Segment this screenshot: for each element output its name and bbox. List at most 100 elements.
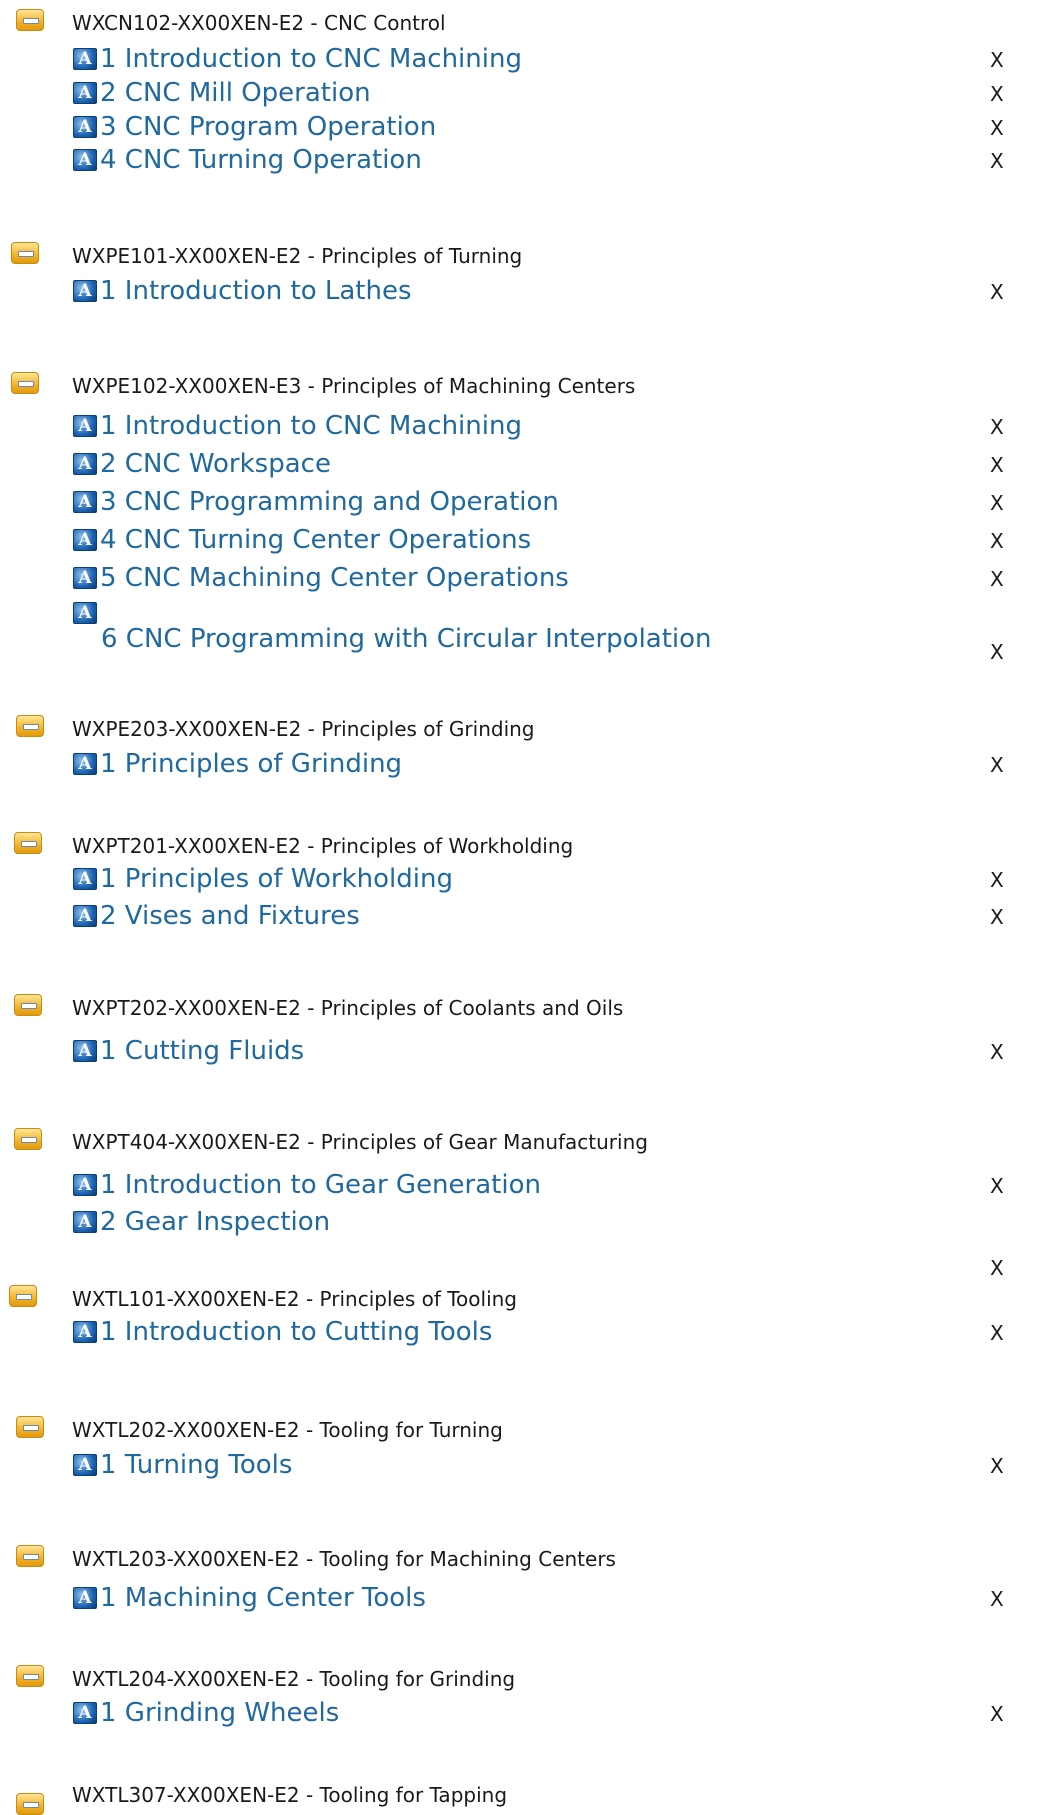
lesson-a-icon: A [73, 868, 97, 890]
remove-lesson-button[interactable]: X [990, 1587, 1004, 1611]
lesson-a-icon: A [73, 48, 97, 70]
course-title: WXTL204-XX00XEN-E2 - Tooling for Grindin… [72, 1667, 516, 1691]
lesson-label: 2 CNC Mill Operation [100, 78, 371, 108]
lesson-label: 1 Introduction to CNC Machining [100, 44, 522, 74]
remove-lesson-button[interactable]: X [990, 1321, 1004, 1345]
collapse-minus-icon[interactable] [11, 372, 39, 394]
lesson-a-icon: A [73, 149, 97, 171]
remove-lesson-button[interactable]: X [990, 753, 1004, 777]
collapse-minus-icon[interactable] [9, 1285, 37, 1307]
collapse-minus-icon[interactable] [16, 1416, 44, 1438]
collapse-minus-icon[interactable] [16, 1793, 44, 1815]
remove-lesson-button[interactable]: X [990, 1040, 1004, 1064]
course-title: WXPE102-XX00XEN-E3 - Principles of Machi… [72, 374, 636, 398]
remove-lesson-button[interactable]: X [990, 567, 1004, 591]
lesson-label: 6 CNC Programming with Circular Interpol… [101, 624, 712, 654]
collapse-minus-icon[interactable] [14, 994, 42, 1016]
collapse-minus-icon[interactable] [16, 715, 44, 737]
remove-lesson-button[interactable]: X [990, 82, 1004, 106]
lesson-link[interactable]: A 6 CNC Programming with Circular Interp… [73, 602, 793, 672]
remove-lesson-button[interactable]: X [990, 529, 1004, 553]
lesson-a-icon: A [73, 1321, 97, 1343]
lesson-a-icon: A [73, 1702, 97, 1724]
course-title: WXPE203-XX00XEN-E2 - Principles of Grind… [72, 717, 535, 741]
remove-lesson-button[interactable]: X [990, 149, 1004, 173]
lesson-link[interactable]: A 1 Introduction to Cutting Tools [73, 1317, 492, 1347]
lesson-a-icon: A [73, 116, 97, 138]
lesson-label: 1 Introduction to Lathes [100, 276, 412, 306]
lesson-link[interactable]: A 2 CNC Workspace [73, 449, 331, 479]
remove-lesson-button[interactable]: X [990, 1174, 1004, 1198]
lesson-a-icon: A [73, 567, 97, 589]
lesson-label: 1 Introduction to Cutting Tools [100, 1317, 493, 1347]
collapse-minus-icon[interactable] [11, 242, 39, 264]
lesson-link[interactable]: A 1 Turning Tools [73, 1450, 292, 1480]
lesson-label: 2 CNC Workspace [100, 449, 331, 479]
remove-lesson-button[interactable]: X [990, 491, 1004, 515]
lesson-label: 3 CNC Program Operation [100, 112, 437, 142]
remove-lesson-button[interactable]: X [990, 1256, 1004, 1280]
course-title: WXTL101-XX00XEN-E2 - Principles of Tooli… [72, 1287, 517, 1311]
remove-lesson-button[interactable]: X [990, 905, 1004, 929]
lesson-a-icon: A [73, 453, 97, 475]
lesson-link[interactable]: A 1 Cutting Fluids [73, 1036, 304, 1066]
lesson-link[interactable]: A 1 Introduction to Gear Generation [73, 1170, 541, 1200]
collapse-minus-icon[interactable] [16, 1545, 44, 1567]
collapse-minus-icon[interactable] [14, 832, 42, 854]
lesson-link[interactable]: A 3 CNC Programming and Operation [73, 487, 559, 517]
lesson-a-icon: A [73, 1587, 97, 1609]
lesson-link[interactable]: A 4 CNC Turning Center Operations [73, 525, 531, 555]
lesson-label: 2 Vises and Fixtures [100, 901, 360, 931]
lesson-link[interactable]: A 1 Introduction to CNC Machining [73, 44, 522, 74]
course-title: WXPT201-XX00XEN-E2 - Principles of Workh… [72, 834, 574, 858]
lesson-a-icon: A [73, 529, 97, 551]
collapse-minus-icon[interactable] [16, 9, 44, 31]
course-list: WXCN102-XX00XEN-E2 - CNC Control A 1 Int… [0, 0, 1050, 1815]
course-title: WXPT404-XX00XEN-E2 - Principles of Gear … [72, 1130, 648, 1154]
lesson-a-icon: A [73, 1040, 97, 1062]
remove-lesson-button[interactable]: X [990, 1454, 1004, 1478]
lesson-a-icon: A [73, 753, 97, 775]
lesson-link[interactable]: A 1 Principles of Grinding [73, 749, 402, 779]
lesson-link[interactable]: A 1 Machining Center Tools [73, 1583, 426, 1613]
lesson-label: 3 CNC Programming and Operation [100, 487, 559, 517]
lesson-label: 1 Introduction to Gear Generation [100, 1170, 541, 1200]
lesson-a-icon: A [73, 1174, 97, 1196]
lesson-label: 1 Grinding Wheels [100, 1698, 340, 1728]
lesson-label: 1 Turning Tools [100, 1450, 293, 1480]
lesson-a-icon: A [73, 1454, 97, 1476]
lesson-label: 1 Machining Center Tools [100, 1583, 426, 1613]
lesson-link[interactable]: A 5 CNC Machining Center Operations [73, 563, 569, 593]
course-title: WXPT202-XX00XEN-E2 - Principles of Coola… [72, 996, 624, 1020]
remove-lesson-button[interactable]: X [990, 415, 1004, 439]
lesson-a-icon: A [73, 1211, 97, 1233]
lesson-link[interactable]: A 2 Vises and Fixtures [73, 901, 360, 931]
lesson-link[interactable]: A 3 CNC Program Operation [73, 112, 436, 142]
remove-lesson-button[interactable]: X [990, 116, 1004, 140]
collapse-minus-icon[interactable] [14, 1128, 42, 1150]
remove-lesson-button[interactable]: X [990, 280, 1004, 304]
remove-lesson-button[interactable]: X [990, 48, 1004, 72]
course-title: WXCN102-XX00XEN-E2 - CNC Control [72, 11, 446, 35]
lesson-link[interactable]: A 1 Introduction to Lathes [73, 276, 412, 306]
lesson-label: 1 Principles of Grinding [100, 749, 403, 779]
collapse-minus-icon[interactable] [16, 1665, 44, 1687]
lesson-link[interactable]: A 2 CNC Mill Operation [73, 78, 371, 108]
remove-lesson-button[interactable]: X [990, 453, 1004, 477]
lesson-a-icon: A [73, 905, 97, 927]
lesson-link[interactable]: A 1 Introduction to CNC Machining [73, 411, 522, 441]
lesson-a-icon: A [73, 82, 97, 104]
remove-lesson-button[interactable]: X [990, 640, 1004, 664]
remove-lesson-button[interactable]: X [990, 868, 1004, 892]
lesson-a-icon: A [73, 491, 97, 513]
remove-lesson-button[interactable]: X [990, 1702, 1004, 1726]
lesson-label: 1 Cutting Fluids [100, 1036, 305, 1066]
lesson-label: 5 CNC Machining Center Operations [100, 563, 569, 593]
lesson-link[interactable]: A 1 Principles of Workholding [73, 864, 453, 894]
lesson-label: 4 CNC Turning Operation [100, 145, 422, 175]
lesson-link[interactable]: A 4 CNC Turning Operation [73, 145, 422, 175]
lesson-link[interactable]: A 1 Grinding Wheels [73, 1698, 339, 1728]
lesson-label: 1 Principles of Workholding [100, 864, 453, 894]
lesson-link[interactable]: A 2 Gear Inspection [73, 1207, 330, 1237]
course-title: WXTL203-XX00XEN-E2 - Tooling for Machini… [72, 1547, 616, 1571]
